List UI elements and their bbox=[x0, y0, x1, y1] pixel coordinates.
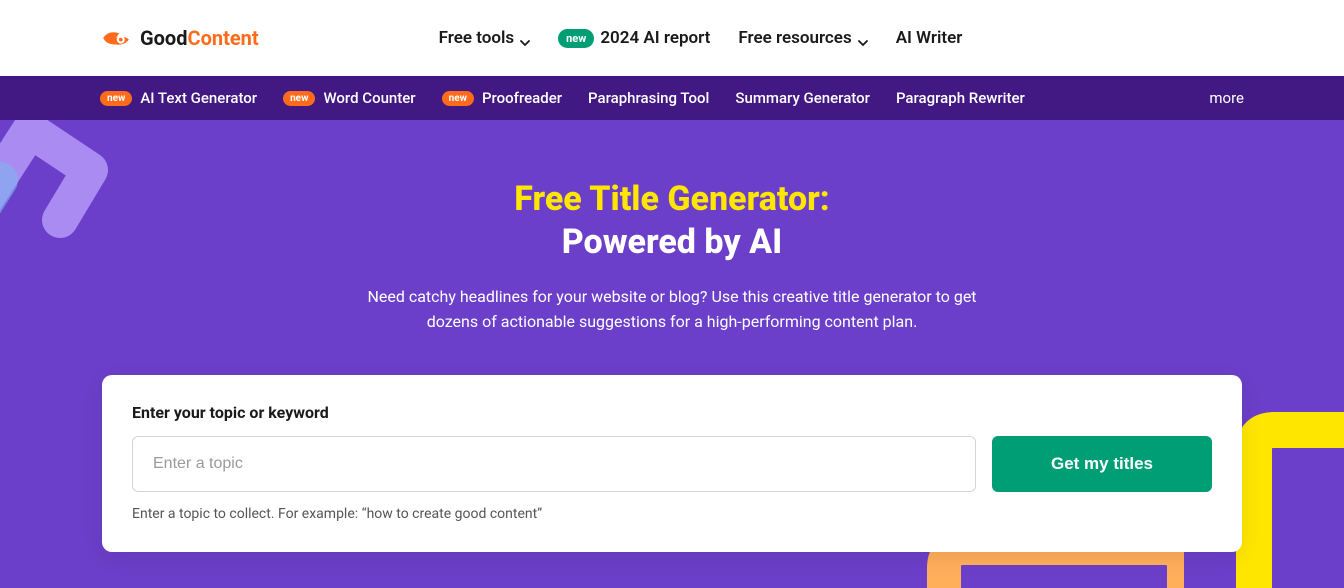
input-hint: Enter a topic to collect. For example: “… bbox=[132, 506, 1212, 522]
subnav-ai-text-generator[interactable]: new AI Text Generator bbox=[100, 89, 257, 107]
logo[interactable]: GoodContent bbox=[100, 26, 259, 50]
subnav-label: Paragraph Rewriter bbox=[896, 89, 1025, 107]
new-badge: new bbox=[442, 91, 474, 106]
logo-text: GoodContent bbox=[140, 26, 259, 50]
subnav-label: Proofreader bbox=[482, 89, 562, 107]
page-title: Free Title Generator: Powered by AI bbox=[0, 178, 1344, 263]
subnav-paraphrasing-tool[interactable]: Paraphrasing Tool bbox=[588, 89, 709, 107]
more-label: more bbox=[1209, 89, 1244, 107]
subnav-label: Paraphrasing Tool bbox=[588, 89, 709, 107]
nav-label: 2024 AI report bbox=[600, 28, 710, 48]
flame-icon bbox=[100, 26, 132, 50]
chevron-down-icon bbox=[858, 33, 868, 43]
subnav-more[interactable]: more bbox=[1209, 89, 1244, 107]
nav-free-tools[interactable]: Free tools bbox=[439, 28, 531, 48]
page-subtitle: Need catchy headlines for your website o… bbox=[352, 285, 992, 335]
nav-label: Free tools bbox=[439, 28, 515, 48]
subnav-label: Summary Generator bbox=[735, 89, 870, 107]
nav-free-resources[interactable]: Free resources bbox=[738, 28, 867, 48]
new-badge: new bbox=[558, 29, 594, 48]
hero-section: Free Title Generator: Powered by AI Need… bbox=[0, 120, 1344, 588]
nav-ai-report[interactable]: new 2024 AI report bbox=[558, 28, 710, 48]
title-line-1: Free Title Generator: bbox=[514, 179, 829, 219]
title-line-2: Powered by AI bbox=[562, 222, 783, 262]
sub-nav: new AI Text Generator new Word Counter n… bbox=[0, 76, 1344, 120]
get-titles-button[interactable]: Get my titles bbox=[992, 436, 1212, 492]
top-header: GoodContent Free tools new 2024 AI repor… bbox=[0, 0, 1344, 76]
logo-word-good: Good bbox=[140, 26, 187, 50]
input-row: Get my titles bbox=[132, 436, 1212, 492]
subnav-label: AI Text Generator bbox=[140, 89, 257, 107]
logo-word-content: Content bbox=[187, 26, 258, 50]
subnav-word-counter[interactable]: new Word Counter bbox=[283, 89, 416, 107]
generator-card: Enter your topic or keyword Get my title… bbox=[102, 375, 1242, 552]
chevron-down-icon bbox=[520, 33, 530, 43]
input-label: Enter your topic or keyword bbox=[132, 403, 1212, 422]
new-badge: new bbox=[283, 91, 315, 106]
subnav-proofreader[interactable]: new Proofreader bbox=[442, 89, 562, 107]
subnav-label: Word Counter bbox=[323, 89, 415, 107]
nav-label: Free resources bbox=[738, 28, 851, 48]
subnav-paragraph-rewriter[interactable]: Paragraph Rewriter bbox=[896, 89, 1025, 107]
new-badge: new bbox=[100, 91, 132, 106]
nav-ai-writer[interactable]: AI Writer bbox=[896, 28, 963, 48]
topic-input[interactable] bbox=[132, 436, 976, 492]
top-nav: Free tools new 2024 AI report Free resou… bbox=[439, 28, 963, 48]
subnav-summary-generator[interactable]: Summary Generator bbox=[735, 89, 870, 107]
nav-label: AI Writer bbox=[896, 28, 963, 48]
